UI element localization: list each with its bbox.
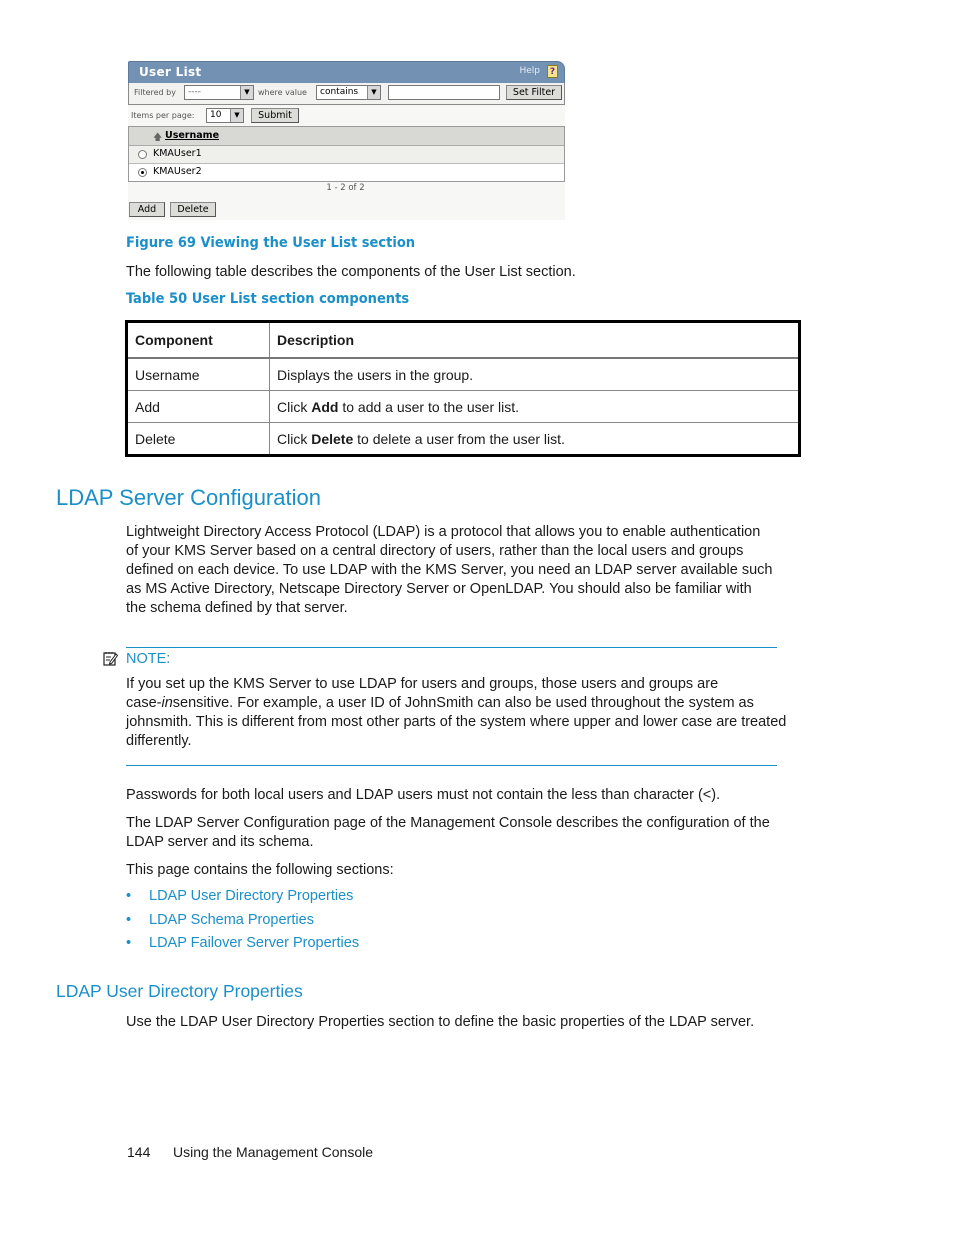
intro-text: The following table describes the compon… (126, 264, 576, 280)
config-paragraph: The LDAP Server Configuration page of th… (126, 814, 770, 852)
description-text: Click (277, 430, 312, 447)
paragraph-line: LDAP server and its schema. (126, 834, 314, 850)
subsection-heading: LDAP User Directory Properties (56, 981, 303, 1001)
table-header-row: Component Description (126, 321, 800, 359)
username-cell: KMAUser1 (153, 148, 202, 159)
user-list-title: User List (139, 65, 202, 79)
filtered-by-value: ---- (188, 87, 201, 97)
link-ldap-failover-server-properties[interactable]: LDAP Failover Server Properties (149, 935, 359, 951)
operator-value: contains (320, 87, 359, 97)
bullet-icon: • (126, 911, 132, 928)
chevron-down-icon: ▼ (230, 109, 243, 122)
paragraph-line: defined on each device. To use LDAP with… (126, 562, 773, 578)
paragraph-line: as MS Active Directory, Netscape Directo… (126, 581, 752, 597)
link-ldap-schema-properties[interactable]: LDAP Schema Properties (149, 912, 314, 928)
submit-button[interactable]: Submit (251, 108, 299, 123)
note-line: johnsmith. This is different from most o… (126, 714, 787, 730)
note-text: If you set up the KMS Server to use LDAP… (126, 675, 786, 751)
table-row: Username Displays the users in the group… (126, 357, 800, 391)
passwords-text: Passwords for both local users and LDAP … (126, 787, 721, 803)
description-text: to delete a user from the user list. (353, 430, 565, 447)
section-paragraph: Lightweight Directory Access Protocol (L… (126, 523, 772, 618)
items-per-page-select[interactable]: 10 ▼ (206, 108, 244, 123)
link-ldap-user-directory-properties[interactable]: LDAP User Directory Properties (149, 888, 353, 904)
add-button[interactable]: Add (129, 202, 165, 217)
note-bottom-rule (126, 765, 777, 766)
header-description: Description (269, 321, 800, 359)
user-list-screenshot: User List Help ? Filtered by ---- ▼ wher… (128, 61, 565, 220)
note-italic: in (161, 695, 173, 711)
pager-text: 1 - 2 of 2 (326, 183, 365, 193)
footer-chapter: Using the Management Console (173, 1144, 374, 1160)
paragraph-line: The LDAP Server Configuration page of th… (126, 815, 770, 831)
component-cell: Add (126, 390, 270, 423)
page-number: 144 (127, 1144, 151, 1160)
description-text: to add a user to the user list. (338, 398, 519, 415)
description-cell: Displays the users in the group. (269, 357, 800, 391)
filtered-by-label: Filtered by (134, 88, 176, 97)
chevron-down-icon: ▼ (367, 86, 380, 99)
column-header-username[interactable]: Username (165, 130, 219, 141)
table-caption: Table 50 User List section components (126, 291, 410, 307)
note-icon (103, 652, 118, 666)
note-line: differently. (126, 733, 192, 749)
bullet-icon: • (126, 935, 132, 951)
help-link[interactable]: Help (519, 66, 540, 76)
user-radio[interactable] (138, 150, 147, 159)
username-cell: KMAUser2 (153, 166, 202, 177)
items-per-page-label: Items per page: (131, 111, 195, 120)
description-cell: Click Add to add a user to the user list… (269, 390, 800, 423)
filtered-by-select[interactable]: ---- ▼ (184, 85, 254, 100)
note-label: NOTE: (126, 651, 171, 667)
user-grid: 🡅 Username KMAUser1 KMAUser2 (128, 126, 565, 182)
sections-intro: This page contains the following section… (126, 862, 394, 878)
components-table: Component Description Username Displays … (125, 320, 801, 457)
paragraph-line: the schema defined by that server. (126, 600, 348, 616)
user-radio-selected[interactable] (138, 168, 147, 177)
note-line: If you set up the KMS Server to use LDAP… (126, 676, 719, 692)
table-row: Delete Click Delete to delete a user fro… (126, 422, 800, 456)
user-row[interactable]: KMAUser1 (129, 146, 564, 164)
description-bold: Add (311, 398, 339, 415)
sort-ascending-icon: 🡅 (153, 133, 163, 143)
set-filter-button[interactable]: Set Filter (506, 85, 562, 100)
items-per-page-value: 10 (210, 110, 222, 120)
filter-value-input[interactable] (388, 85, 500, 100)
description-text: Displays the users in the group. (277, 366, 474, 383)
user-row[interactable]: KMAUser2 (129, 164, 564, 181)
component-cell: Username (126, 357, 270, 391)
header-component: Component (126, 321, 270, 359)
description-text: Click (277, 398, 312, 415)
help-icon[interactable]: ? (547, 65, 558, 78)
description-bold: Delete (311, 430, 354, 447)
note-line: case-insensitive. For example, a user ID… (126, 694, 786, 713)
delete-button[interactable]: Delete (170, 202, 216, 217)
subsection-text: Use the LDAP User Directory Properties s… (126, 1014, 755, 1030)
paragraph-line: Lightweight Directory Access Protocol (L… (126, 524, 761, 540)
note-top-rule (126, 647, 777, 648)
grid-header: 🡅 Username (129, 127, 564, 146)
user-list-titlebar: User List Help ? (128, 61, 565, 84)
filter-bar: Filtered by ---- ▼ where value contains … (128, 83, 565, 105)
operator-select[interactable]: contains ▼ (316, 85, 381, 100)
table-row: Add Click Add to add a user to the user … (126, 390, 800, 423)
figure-caption: Figure 69 Viewing the User List section (126, 235, 416, 251)
note-text-segment: sensitive. For example, a user ID of Joh… (172, 695, 754, 711)
section-heading: LDAP Server Configuration (56, 485, 321, 510)
where-value-label: where value (258, 88, 307, 97)
note-text-segment: case- (126, 695, 162, 711)
bullet-icon: • (126, 888, 132, 904)
paragraph-line: of your KMS Server based on a central di… (126, 543, 744, 559)
chevron-down-icon: ▼ (240, 86, 253, 99)
component-cell: Delete (126, 422, 270, 456)
description-cell: Click Delete to delete a user from the u… (269, 422, 800, 456)
